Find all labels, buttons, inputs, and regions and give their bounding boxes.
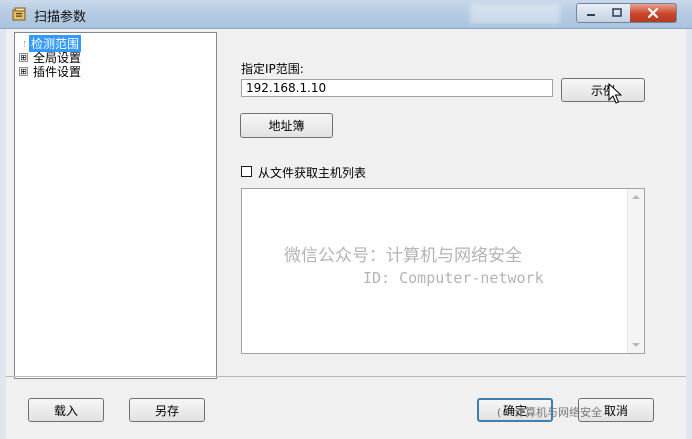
footer-divider: [6, 376, 686, 377]
ip-range-input[interactable]: [241, 79, 553, 97]
expand-icon[interactable]: ⊞: [19, 52, 28, 62]
settings-tree[interactable]: 检测范围 ⊞ 全局设置 ⊞ 插件设置: [14, 32, 217, 379]
save-as-button[interactable]: 另存: [129, 398, 205, 422]
scroll-down-icon[interactable]: [632, 343, 640, 347]
minimize-icon: [587, 14, 595, 16]
corner-watermark: (✓ 计算机与网络安全: [497, 406, 603, 419]
host-list-scrollbar[interactable]: [627, 189, 644, 353]
title-bar[interactable]: 扫描参数: [0, 0, 692, 29]
expand-icon[interactable]: ⊞: [19, 66, 28, 76]
maximize-icon: [612, 8, 622, 17]
title-blur: [470, 4, 560, 24]
tree-item-label: 插件设置: [33, 64, 82, 79]
load-button[interactable]: 载入: [28, 398, 104, 422]
file-host-list-checkbox[interactable]: [241, 166, 252, 177]
close-button[interactable]: [630, 3, 677, 23]
example-button[interactable]: 示例: [561, 78, 645, 102]
tree-item-plugin-settings[interactable]: ⊞ 插件设置: [19, 64, 82, 79]
file-host-list-label: 从文件获取主机列表: [258, 166, 367, 180]
dialog-client: 检测范围 ⊞ 全局设置 ⊞ 插件设置 指定IP范围: 示例 地址簿 从文件获取主…: [6, 29, 686, 439]
maximize-button[interactable]: [604, 3, 631, 23]
scroll-up-icon[interactable]: [632, 195, 640, 199]
watermark-line-1: 微信公众号：计算机与网络安全: [284, 246, 522, 266]
address-book-button[interactable]: 地址簿: [240, 113, 333, 138]
watermark-line-2: ID: Computer-network: [363, 269, 544, 287]
close-icon: [647, 7, 659, 19]
ip-range-label: 指定IP范围:: [241, 62, 304, 76]
tree-connector: [24, 41, 25, 47]
mouse-cursor-icon: [608, 83, 622, 104]
minimize-button[interactable]: [576, 3, 606, 23]
window-title: 扫描参数: [34, 10, 87, 25]
scan-app-icon: [12, 7, 26, 21]
